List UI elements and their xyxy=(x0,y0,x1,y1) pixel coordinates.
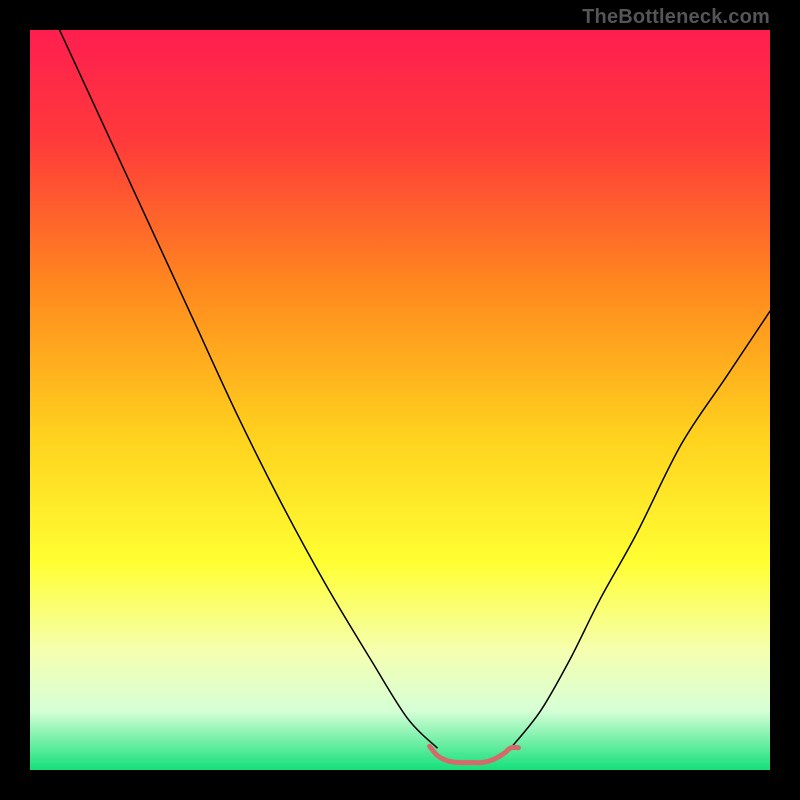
gradient-background xyxy=(30,30,770,770)
watermark-text: TheBottleneck.com xyxy=(582,6,770,29)
chart-frame: TheBottleneck.com xyxy=(0,0,800,800)
plot-area xyxy=(30,30,770,770)
chart-svg xyxy=(30,30,770,770)
